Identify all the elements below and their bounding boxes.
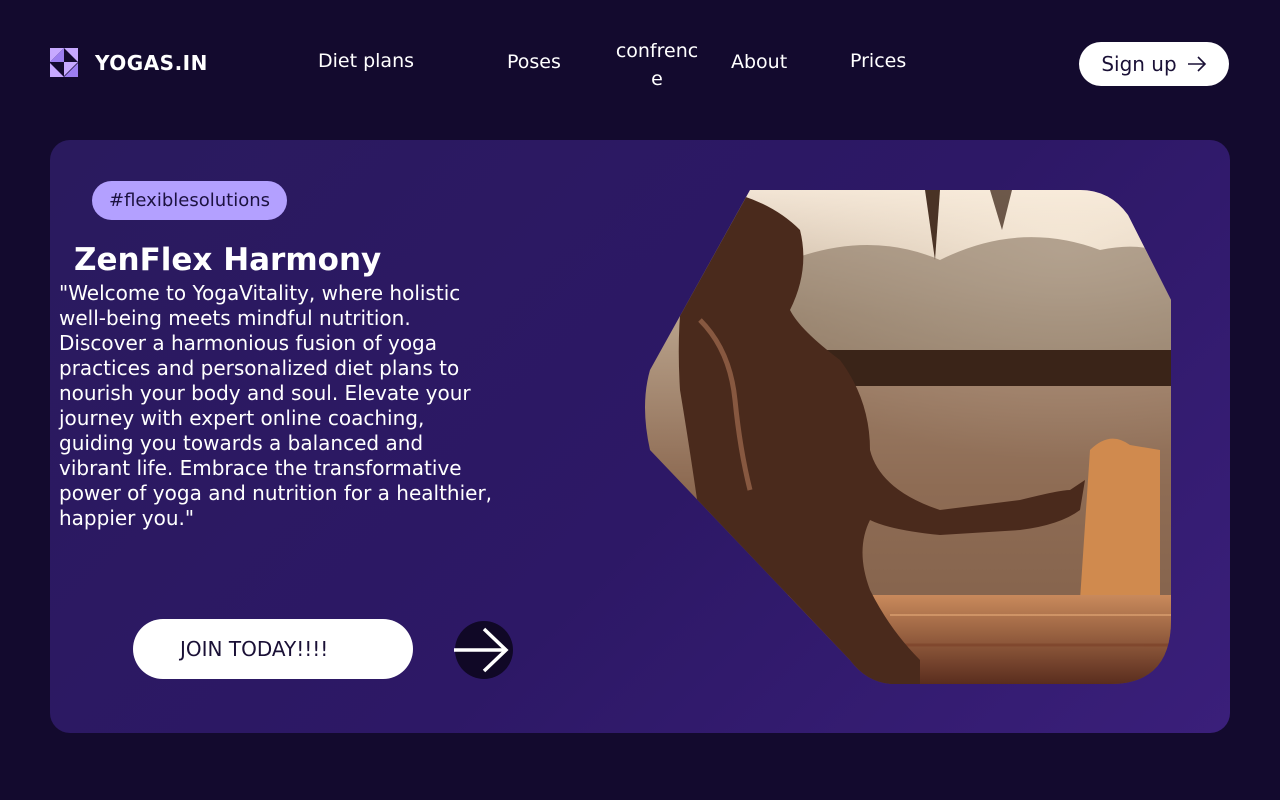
nav-about[interactable]: About [731,51,787,73]
nav-poses[interactable]: Poses [507,51,561,73]
hashtag-badge: #flexiblesolutions [92,181,287,220]
brand-logo-icon [50,48,78,77]
nav-conference[interactable]: confrence [615,37,699,93]
signup-label: Sign up [1101,52,1177,76]
hero-description: "Welcome to YogaVitality, where holistic… [59,281,493,530]
join-today-button[interactable]: JOIN TODAY!!!! [133,619,413,679]
nav-diet-plans[interactable]: Diet plans [318,50,414,72]
next-arrow-button[interactable] [454,621,513,679]
hero-card: #flexiblesolutions ZenFlex Harmony "Welc… [50,140,1230,733]
yoga-meditation-image [645,190,1171,684]
arrow-right-icon [454,627,509,673]
signup-button[interactable]: Sign up [1079,42,1229,86]
arrow-right-icon [1187,56,1206,72]
nav-prices[interactable]: Prices [850,50,906,72]
hero-title: ZenFlex Harmony [74,242,382,278]
brand[interactable]: YOGAS.IN [50,48,208,78]
brand-name: YOGAS.IN [95,51,208,75]
